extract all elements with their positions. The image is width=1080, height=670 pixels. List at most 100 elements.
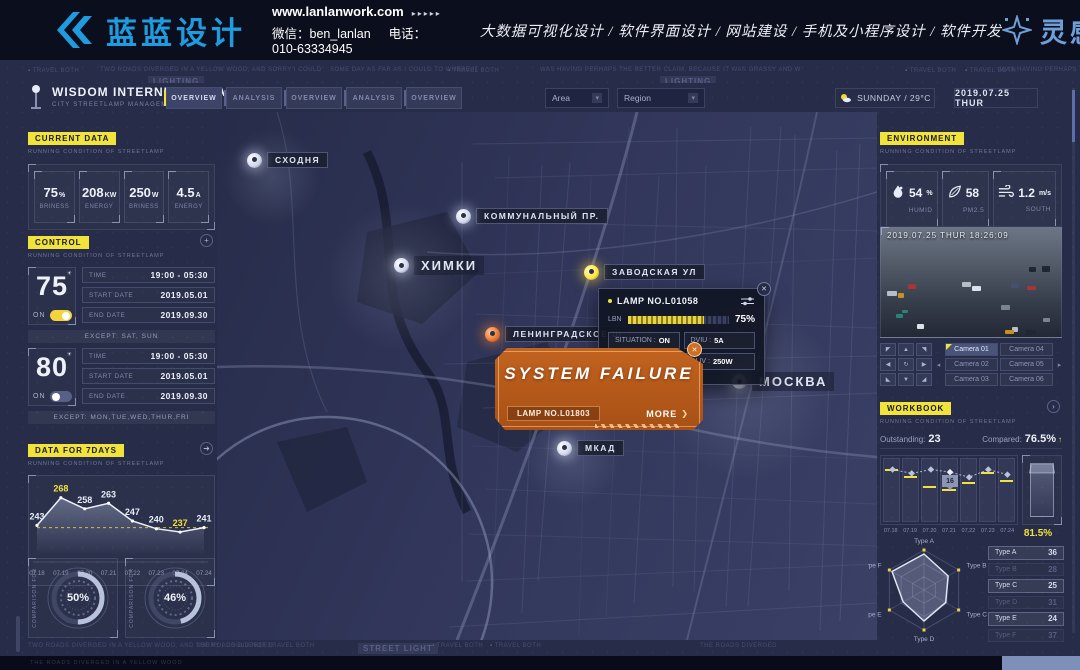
- lamp-pin-icon[interactable]: [394, 258, 409, 273]
- chevron-right-icon: ❯: [681, 409, 689, 418]
- schedule-field-end-date[interactable]: END DATE2019.09.30: [82, 307, 215, 323]
- region-select[interactable]: Region▾: [617, 88, 705, 108]
- panel-title-badge: DATA FOR 7DAYS: [28, 444, 124, 457]
- camera-arrow-right-button[interactable]: ▶: [916, 358, 932, 371]
- brand-banner: 蓝蓝设计 www.lanlanwork.com▸▸▸▸▸ 微信：ben_lanl…: [0, 0, 1080, 60]
- camera-refresh-button[interactable]: ↻: [898, 358, 914, 371]
- workbook-bar-07.24[interactable]: [998, 458, 1015, 522]
- camera-next-button[interactable]: ▸: [1057, 345, 1062, 385]
- tab-overview-2[interactable]: OVERVIEW: [286, 87, 342, 109]
- workbook-bar-07.18[interactable]: [883, 458, 900, 522]
- svg-text:Type A: Type A: [914, 538, 935, 545]
- lamp-id: LAMP NO.L01058: [617, 296, 698, 306]
- camera-button-1[interactable]: Camera 01: [945, 343, 998, 356]
- decor-text: TWO ROADS DIVERGED IN A YELLOW WOOD, AND…: [100, 67, 322, 73]
- lamp-pin-icon[interactable]: [485, 327, 500, 342]
- camera-button-4[interactable]: Camera 04: [1000, 343, 1053, 356]
- add-schedule-button[interactable]: +: [200, 234, 213, 247]
- legend-row-type-c[interactable]: Type C25: [988, 579, 1064, 593]
- camera-button-3[interactable]: Camera 03: [945, 373, 998, 386]
- brightness-level-box: ☀80ON: [28, 348, 76, 406]
- footer-accent-block: [1002, 656, 1080, 670]
- legend-row-type-e[interactable]: Type E24: [988, 612, 1064, 626]
- gauge-value: 46%: [164, 592, 186, 604]
- scrollbar-pill[interactable]: [16, 616, 20, 652]
- schedule-field-start-date[interactable]: START DATE2019.05.01: [82, 287, 215, 303]
- lamp-pin-icon[interactable]: [247, 153, 262, 168]
- tab-overview-0[interactable]: OVERVIEW: [166, 87, 222, 109]
- camera-arrow-up-left-button[interactable]: ◤: [880, 343, 896, 356]
- vehicle: [906, 275, 912, 278]
- vehicle: [972, 286, 981, 291]
- vehicle: [1029, 267, 1037, 272]
- expand-chart-button[interactable]: ➜: [200, 442, 213, 455]
- decor-checkbox-label: TRAVEL BOTH: [28, 68, 79, 74]
- expand-workbook-button[interactable]: ›: [1047, 400, 1060, 413]
- lamp-pin-icon[interactable]: [557, 441, 572, 456]
- status-dot: [608, 299, 612, 303]
- wechat-label: 微信：ben_lanlan: [272, 27, 371, 41]
- area-select[interactable]: Area▾: [545, 88, 609, 108]
- workbook-bar-07.22[interactable]: [960, 458, 977, 522]
- camera-feed[interactable]: 2019.07.25 THUR 18:26:09: [880, 226, 1062, 338]
- camera-button-6[interactable]: Camera 06: [1000, 373, 1053, 386]
- camera-arrow-down-right-button[interactable]: ◢: [916, 373, 932, 386]
- tab-analysis-3[interactable]: ANALYSIS: [346, 87, 402, 109]
- tab-analysis-1[interactable]: ANALYSIS: [226, 87, 282, 109]
- panel-subtitle: RUNNING CONDITION OF STREETLAMP: [28, 461, 215, 467]
- camera-arrow-down-left-button[interactable]: ◣: [880, 373, 896, 386]
- lbn-value: 75%: [735, 314, 755, 325]
- stat-card: 250WBRINESS: [124, 171, 165, 223]
- camera-button-5[interactable]: Camera 05: [1000, 358, 1053, 371]
- sliders-icon[interactable]: [740, 296, 755, 306]
- camera-arrow-left-button[interactable]: ◀: [880, 358, 896, 371]
- dashboard: TRAVEL BOTH TWO ROADS DIVERGED IN A YELLO…: [0, 60, 1080, 656]
- power-toggle[interactable]: [50, 310, 72, 321]
- vehicle: [887, 291, 897, 296]
- camera-prev-button[interactable]: ◂: [936, 345, 941, 385]
- lamp-pin-icon[interactable]: [584, 265, 599, 280]
- camera-arrow-down-button[interactable]: ▼: [898, 373, 914, 386]
- decor-text: STREET LIGHT: [358, 643, 438, 654]
- sun-cloud-icon: [839, 93, 851, 103]
- schedule-field-time[interactable]: TIME19:00 - 05:30: [82, 267, 215, 283]
- more-button[interactable]: MORE❯: [646, 409, 689, 419]
- power-toggle[interactable]: [50, 391, 72, 402]
- close-icon[interactable]: ✕: [757, 282, 771, 296]
- tab-overview-4[interactable]: OVERVIEW: [406, 87, 462, 109]
- legend-row-type-b[interactable]: Type B28: [988, 563, 1064, 577]
- except-days: EXCEPT: SAT, SUN: [28, 330, 215, 343]
- panel-title-badge: CONTROL: [28, 236, 89, 249]
- schedule-field-start-date[interactable]: START DATE2019.05.01: [82, 368, 215, 384]
- website-link[interactable]: www.lanlanwork.com: [272, 4, 404, 19]
- city-map[interactable]: СХОДНЯКОММУНАЛЬНЫЙ ПР.ХИМКИЗАВОДСКАЯ УЛЛ…: [217, 112, 877, 640]
- camera-button-2[interactable]: Camera 02: [945, 358, 998, 371]
- map-location-label: ЗАВОДСКАЯ УЛ: [604, 264, 705, 280]
- lamp-pin-icon[interactable]: [456, 209, 471, 224]
- camera-arrow-up-button[interactable]: ▲: [898, 343, 914, 356]
- chevron-down-icon: ▾: [592, 93, 602, 103]
- map-location-заводская ул: ЗАВОДСКАЯ УЛ: [584, 264, 705, 280]
- workbook-bar-07.19[interactable]: [902, 458, 919, 522]
- legend-row-type-a[interactable]: Type A36: [988, 546, 1064, 560]
- svg-text:237: 237: [173, 518, 188, 528]
- lbn-progress-bar[interactable]: [628, 316, 729, 324]
- tab-bar: OVERVIEWANALYSISOVERVIEWANALYSISOVERVIEW: [166, 87, 462, 109]
- gauge-value: 50%: [67, 592, 89, 604]
- schedule-field-time[interactable]: TIME19:00 - 05:30: [82, 348, 215, 364]
- schedule-field-end-date[interactable]: END DATE2019.09.30: [82, 388, 215, 404]
- services-list: 大数据可视化设计 / 软件界面设计 / 网站建设 / 手机及小程序设计 / 软件…: [480, 20, 1002, 41]
- radar-panel: Type AType BType CType DType EType F Typ…: [868, 538, 1064, 650]
- legend-row-type-f[interactable]: Type F37: [988, 629, 1064, 643]
- vehicle: [1001, 305, 1010, 310]
- comparison-gauges: COMPARISON FOR50%COMPARISON FOR46%: [28, 558, 215, 638]
- camera-arrow-up-right-button[interactable]: ◥: [916, 343, 932, 356]
- legend-row-type-d[interactable]: Type D31: [988, 596, 1064, 610]
- camera-list: Camera 01 Camera 02 Camera 03 Camera 04 Came…: [945, 343, 1053, 386]
- scrollbar[interactable]: [1072, 88, 1075, 633]
- workbook-bar-07.23[interactable]: [979, 458, 996, 522]
- vehicle: [1011, 283, 1020, 288]
- svg-text:247: 247: [125, 507, 140, 517]
- close-icon[interactable]: ✕: [687, 342, 702, 357]
- workbook-bar-07.20[interactable]: [921, 458, 938, 522]
